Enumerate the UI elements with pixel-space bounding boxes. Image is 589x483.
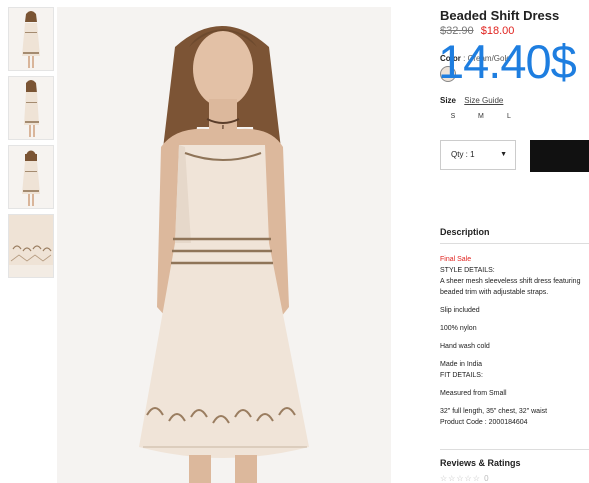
thumbnail-strip xyxy=(8,7,54,283)
description-heading: Description xyxy=(440,227,490,237)
star-rating[interactable]: ☆☆☆☆☆ 0 xyxy=(440,474,490,483)
style-details-heading: STYLE DETAILS: xyxy=(440,267,495,274)
size-row: Size Size Guide xyxy=(440,96,503,105)
quantity-value: Qty : 1 xyxy=(451,150,475,159)
final-sale-label: Final Sale xyxy=(440,256,472,263)
star-icons: ☆☆☆☆☆ xyxy=(440,474,481,483)
fit-measurements: 32" full length, 35" chest, 32" waist xyxy=(440,408,548,415)
model-photo xyxy=(57,7,391,483)
product-code: Product Code : 2000184604 xyxy=(440,419,528,426)
size-option-s[interactable]: S xyxy=(440,113,466,120)
thumbnail-back[interactable] xyxy=(8,145,54,209)
size-option-m[interactable]: M xyxy=(468,113,494,120)
overlay-price-label: 14.40$ xyxy=(438,35,577,88)
size-options: S M L xyxy=(440,113,522,120)
care-instructions: Hand wash cold xyxy=(440,343,490,350)
thumbnail-side-image xyxy=(9,77,53,139)
thumbnail-detail-image xyxy=(9,215,53,277)
fabric-content: 100% nylon xyxy=(440,325,477,332)
thumbnail-side[interactable] xyxy=(8,76,54,140)
description-body: Final Sale STYLE DETAILS: A sheer mesh s… xyxy=(440,254,589,428)
thumbnail-front[interactable] xyxy=(8,7,54,71)
thumbnail-detail[interactable] xyxy=(8,214,54,278)
reviews-divider xyxy=(440,449,589,450)
product-title: Beaded Shift Dress xyxy=(440,8,560,23)
main-product-image[interactable] xyxy=(57,7,391,483)
thumbnail-back-image xyxy=(9,146,53,208)
caret-down-icon: ▼ xyxy=(500,151,507,158)
size-label: Size xyxy=(440,96,457,105)
thumbnail-front-image xyxy=(9,8,53,70)
size-option-l[interactable]: L xyxy=(496,113,522,120)
style-details-text: A sheer mesh sleeveless shift dress feat… xyxy=(440,278,581,296)
country-of-origin: Made in India xyxy=(440,361,483,368)
reviews-heading: Reviews & Ratings xyxy=(440,458,521,468)
quantity-select[interactable]: Qty : 1 ▼ xyxy=(440,140,516,170)
fit-size-note: Measured from Small xyxy=(440,390,507,397)
fit-details-heading: FIT DETAILS: xyxy=(440,372,483,379)
review-count: 0 xyxy=(484,474,490,483)
size-guide-link[interactable]: Size Guide xyxy=(464,96,503,105)
slip-note: Slip included xyxy=(440,307,480,314)
add-to-bag-button[interactable] xyxy=(530,140,589,172)
description-divider xyxy=(440,243,589,244)
